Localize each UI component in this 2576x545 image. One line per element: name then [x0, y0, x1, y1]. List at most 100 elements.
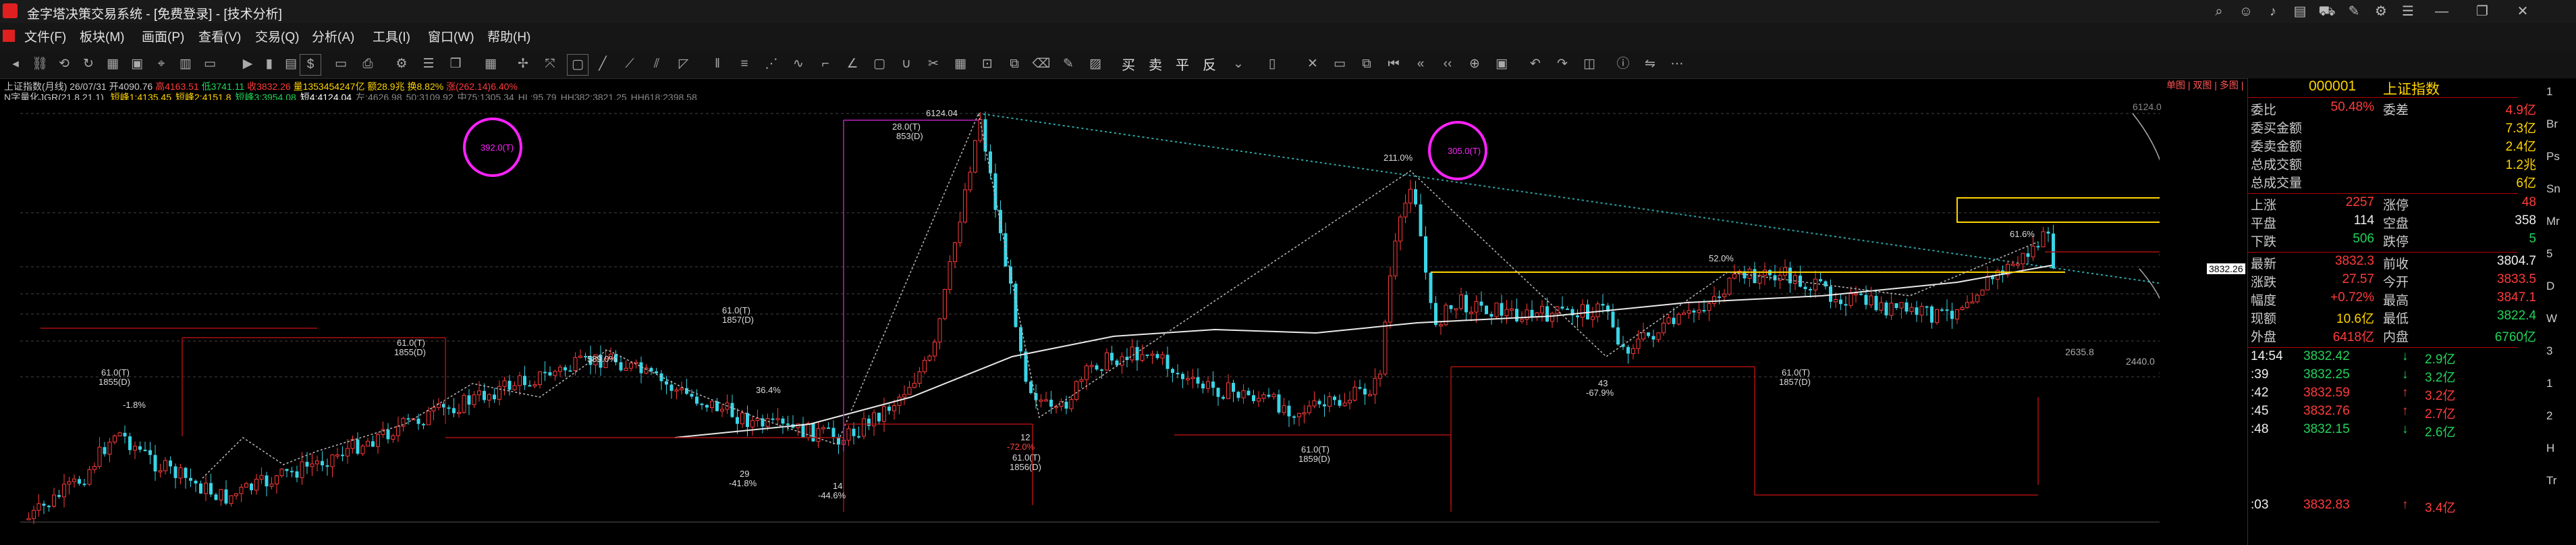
side-label[interactable]: H	[2546, 442, 2554, 455]
cross-icon[interactable]: ✕	[1303, 54, 1323, 74]
play-icon[interactable]: ▶	[238, 54, 258, 74]
maximize-icon[interactable]: ❐	[2470, 3, 2494, 20]
rewind-icon[interactable]: ‹‹	[1437, 54, 1458, 74]
view-switch-links[interactable]: 单图 | 双图 | 多图 |	[2166, 78, 2243, 92]
candle-body	[1100, 369, 1103, 371]
sell-button[interactable]: 卖	[1149, 54, 1162, 74]
copy2-icon[interactable]: ⧉	[1356, 54, 1377, 74]
lock-icon[interactable]: ⊡	[977, 54, 997, 74]
user-icon[interactable]: ☺	[2234, 3, 2258, 20]
crop-tool-icon[interactable]: ⌐	[815, 54, 835, 74]
dropdown-icon[interactable]: ⌄	[1228, 54, 1249, 74]
side-label[interactable]: 1	[2546, 85, 2552, 99]
buy-button[interactable]: 买	[1122, 54, 1135, 74]
magnet-icon[interactable]: ∪	[896, 54, 916, 74]
pen-icon[interactable]: ✎	[1058, 54, 1078, 74]
cursor-icon[interactable]: ✢	[513, 54, 533, 74]
doc-icon[interactable]: ▭	[200, 54, 220, 74]
search-icon[interactable]: ⌕	[2207, 3, 2231, 20]
quote-field: 委比	[2251, 103, 2277, 118]
side-label[interactable]: Tr	[2546, 474, 2556, 488]
grid3-icon[interactable]: ▦	[950, 54, 970, 74]
table-icon[interactable]: ▦	[481, 54, 501, 74]
menu-window[interactable]: 窗口(W)	[428, 27, 474, 45]
close-position-button[interactable]: 平	[1176, 54, 1189, 74]
scissors-icon[interactable]: ✂	[923, 54, 943, 74]
back-icon[interactable]: ◂	[5, 54, 26, 74]
side-label[interactable]: W	[2546, 312, 2557, 326]
image-icon[interactable]: ▨	[1085, 54, 1105, 74]
bars-tool-icon[interactable]: ‖	[707, 54, 728, 74]
calc-icon[interactable]: ▤	[281, 54, 301, 74]
file-icon[interactable]: ▤	[2288, 3, 2312, 20]
grid2-icon[interactable]: ▥	[175, 54, 196, 74]
menu-trade[interactable]: 交易(Q)	[255, 27, 299, 45]
undo-icon[interactable]: ↶	[1525, 54, 1545, 74]
zoom-icon[interactable]: ⊕	[1464, 54, 1485, 74]
line-tool-icon[interactable]: ╱	[593, 54, 613, 74]
side-label[interactable]: Mr	[2546, 215, 2560, 228]
box-tool-icon[interactable]: ▢	[869, 54, 889, 74]
menu-icon[interactable]: ☰	[2396, 3, 2420, 20]
more-icon[interactable]: ⋯	[1667, 54, 1687, 74]
chart-area[interactable]: 392.0(T) 305.0(T) 6124.04 211.0% 589.0% 36.4%…	[0, 100, 2160, 545]
move-icon[interactable]: ⤧	[540, 54, 560, 74]
refresh-icon[interactable]: ↻	[78, 54, 99, 74]
side-label[interactable]: Ps	[2546, 150, 2560, 163]
gear-icon[interactable]: ⚙	[391, 54, 412, 74]
doc2-icon[interactable]: ▭	[331, 54, 351, 74]
fan-tool-icon[interactable]: ⋰	[761, 54, 782, 74]
menu-help[interactable]: 帮助(H)	[487, 27, 530, 45]
menu-view-screen[interactable]: 画面(P)	[142, 27, 184, 45]
kline-chart[interactable]: 392.0(T) 305.0(T) 6124.04 211.0% 589.0% 36.4%…	[0, 100, 2160, 545]
menu-sector[interactable]: 板块(M)	[80, 27, 124, 45]
menu-analysis[interactable]: 分析(A)	[312, 27, 354, 45]
link-icon[interactable]: ⛓	[30, 54, 50, 74]
reverse-button[interactable]: 反	[1203, 54, 1216, 74]
sync-icon[interactable]: ⟲	[54, 54, 74, 74]
minimize-icon[interactable]: —	[2430, 3, 2454, 20]
redo-icon[interactable]: ↷	[1552, 54, 1572, 74]
skip-left-icon[interactable]: ⏮	[1383, 54, 1404, 74]
side-label[interactable]: 5	[2546, 247, 2552, 261]
side-label[interactable]: 3	[2546, 344, 2552, 358]
side-label[interactable]: Br	[2546, 118, 2558, 131]
side-label[interactable]: 1	[2546, 377, 2552, 390]
layers-icon[interactable]: ◫	[1579, 54, 1599, 74]
close-icon[interactable]: ✕	[2511, 3, 2535, 20]
flow-icon[interactable]: ⇋	[1640, 54, 1660, 74]
grid-icon[interactable]: ▦	[103, 54, 123, 74]
side-label[interactable]: D	[2546, 280, 2554, 293]
wave-tool-icon[interactable]: ∿	[788, 54, 809, 74]
info-icon[interactable]: ⓘ	[1613, 54, 1633, 74]
cart-icon[interactable]: ⛟	[2315, 3, 2339, 20]
copy-icon[interactable]: ⧉	[1004, 54, 1024, 74]
menu-tools[interactable]: 工具(I)	[373, 27, 410, 45]
menu-file[interactable]: 文件(F)	[24, 27, 66, 45]
ray-tool-icon[interactable]: ⟋	[620, 54, 640, 74]
capture-icon[interactable]: ▣	[1491, 54, 1512, 74]
parallel-tool-icon[interactable]: ⫽	[647, 54, 667, 74]
list-icon[interactable]: ☰	[418, 54, 439, 74]
edit-icon[interactable]: ✎	[2342, 3, 2366, 20]
eraser-icon[interactable]: ⌫	[1031, 54, 1051, 74]
doc3-icon[interactable]: ▯	[1262, 54, 1282, 74]
gann-tool-icon[interactable]: ◸	[674, 54, 694, 74]
side-label[interactable]: Sn	[2546, 182, 2560, 196]
bell-icon[interactable]: ♪	[2261, 3, 2285, 20]
layout-icon[interactable]: ▣	[127, 54, 147, 74]
book-icon[interactable]: ❒	[445, 54, 466, 74]
pin-icon[interactable]: ⌖	[151, 54, 171, 74]
printer-icon[interactable]: ⎙	[358, 54, 378, 74]
side-label[interactable]: 2	[2546, 409, 2552, 423]
window-icon[interactable]: ▭	[1330, 54, 1350, 74]
fib-tool-icon[interactable]: ≡	[734, 54, 755, 74]
settings-icon[interactable]: ⚙	[2369, 3, 2393, 20]
fast-back-icon[interactable]: «	[1410, 54, 1431, 74]
candle-body	[1566, 308, 1569, 310]
menu-view[interactable]: 查看(V)	[198, 27, 241, 45]
angle-tool-icon[interactable]: ∠	[842, 54, 862, 74]
select-icon[interactable]: ▢	[567, 54, 588, 76]
bar-chart-icon[interactable]: ▮	[259, 54, 279, 74]
currency-button[interactable]: $	[300, 54, 321, 76]
